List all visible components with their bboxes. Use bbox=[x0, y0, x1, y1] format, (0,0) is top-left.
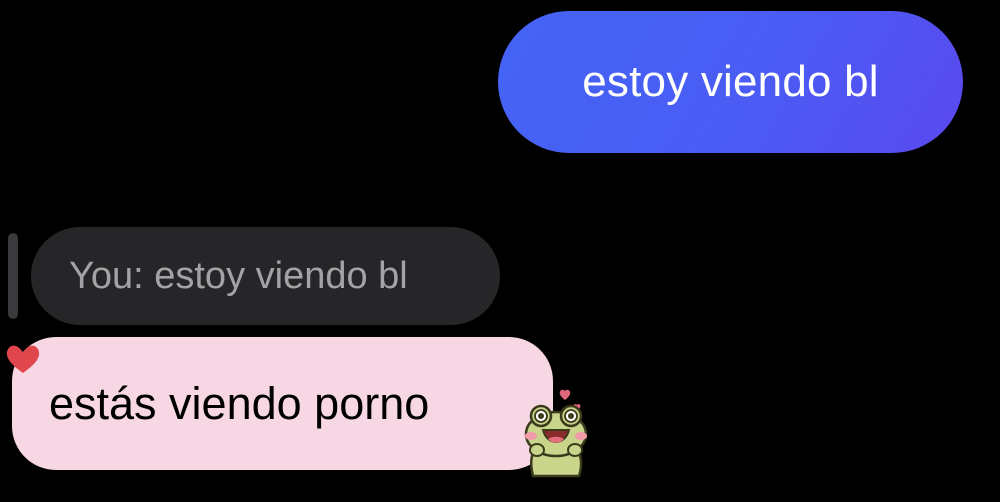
received-message-bubble[interactable]: estás viendo porno bbox=[12, 337, 553, 470]
heart-icon bbox=[6, 345, 40, 373]
quoted-reply-text: You: estoy viendo bl bbox=[69, 254, 408, 297]
frog-sticker-icon[interactable] bbox=[521, 384, 591, 480]
chat-thread: estoy viendo bl You: estoy viendo bl est… bbox=[0, 0, 1000, 502]
reply-indicator-bar bbox=[8, 233, 18, 319]
quoted-reply-bubble[interactable]: You: estoy viendo bl bbox=[31, 227, 500, 325]
sent-message-bubble[interactable]: estoy viendo bl bbox=[498, 11, 963, 153]
received-message-text: estás viendo porno bbox=[49, 377, 430, 429]
sent-message-text: estoy viendo bl bbox=[582, 57, 879, 106]
